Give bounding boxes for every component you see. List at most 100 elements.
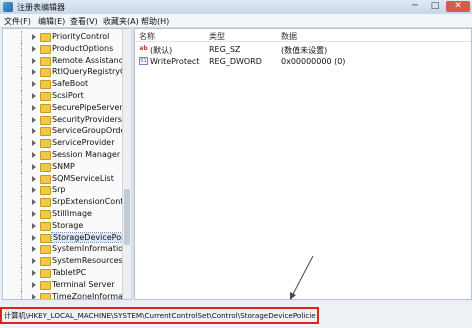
expand-arrow-icon[interactable] xyxy=(32,281,36,288)
header-divider xyxy=(135,41,471,42)
tree-connector-line xyxy=(21,66,22,79)
expand-arrow-icon[interactable] xyxy=(32,258,36,265)
tree-item[interactable]: Terminal Server xyxy=(3,278,121,291)
menu-edit[interactable]: 编辑(E) xyxy=(38,16,65,27)
expand-arrow-icon[interactable] xyxy=(32,175,36,182)
scrollbar-thumb[interactable] xyxy=(124,189,130,245)
folder-icon xyxy=(40,80,51,90)
expand-arrow-icon[interactable] xyxy=(32,45,36,52)
tree-connector-line xyxy=(21,255,22,268)
tree-connector-line xyxy=(21,290,22,299)
values-list[interactable]: 名称 类型 数据 ab (默认) REG_SZ (数值未设置) 01 WriteProte… xyxy=(134,28,472,300)
expand-arrow-icon[interactable] xyxy=(32,93,36,99)
tree-connector-line xyxy=(21,90,22,102)
tree-item[interactable]: TimeZoneInformation xyxy=(3,290,131,299)
tree-item[interactable]: SystemResources xyxy=(3,255,123,268)
expand-arrow-icon[interactable] xyxy=(32,234,36,241)
value-name: WriteProtect xyxy=(150,57,200,66)
tree-item[interactable]: Remote Assistance xyxy=(3,54,128,67)
expand-arrow-icon[interactable] xyxy=(32,57,36,64)
expand-arrow-icon[interactable] xyxy=(32,152,36,158)
expand-arrow-icon[interactable] xyxy=(32,81,36,88)
expand-arrow-icon[interactable] xyxy=(32,246,36,253)
string-value-icon: ab xyxy=(139,45,148,52)
expand-arrow-icon[interactable] xyxy=(32,34,36,40)
expand-arrow-icon[interactable] xyxy=(32,140,36,147)
expand-arrow-icon[interactable] xyxy=(32,293,36,299)
tree-item[interactable]: ScsiPort xyxy=(3,90,121,102)
menu-view[interactable]: 查看(V) xyxy=(70,16,98,27)
tree-connector-line xyxy=(21,184,22,197)
value-data: 0x00000000 (0) xyxy=(281,57,346,66)
tree-item[interactable]: ServiceGroupOrder xyxy=(3,125,129,138)
folder-icon xyxy=(40,103,51,113)
tree-item[interactable]: Storage xyxy=(3,219,121,232)
folder-icon xyxy=(40,292,51,299)
tree-connector-line xyxy=(21,31,22,43)
tree-item[interactable]: SNMP xyxy=(3,160,121,173)
tree-item[interactable]: RtlQueryRegistryConf xyxy=(3,66,131,79)
menu-bar: 文件(F) 编辑(E) 查看(V) 收藏夹(A) 帮助(H) xyxy=(0,14,472,28)
expand-arrow-icon[interactable] xyxy=(32,104,36,111)
expand-arrow-icon[interactable] xyxy=(32,69,36,76)
expand-arrow-icon[interactable] xyxy=(32,128,36,135)
registry-tree[interactable]: PriorityControl ProductOptions Remote Assi… xyxy=(2,28,132,300)
maximize-button[interactable]: □ xyxy=(426,1,444,12)
tree-item[interactable]: SQMServiceList xyxy=(3,172,121,185)
tree-item[interactable]: ProductOptions xyxy=(3,42,121,55)
tree-item[interactable]: Session Manager xyxy=(3,149,121,161)
folder-icon xyxy=(40,115,51,125)
expand-arrow-icon[interactable] xyxy=(32,116,36,123)
tree-item[interactable]: SecurePipeServers xyxy=(3,101,127,114)
folder-icon xyxy=(40,44,51,54)
folder-icon xyxy=(40,186,51,196)
tree-item-label: Terminal Server xyxy=(52,279,115,289)
expand-arrow-icon[interactable] xyxy=(32,187,36,194)
expand-arrow-icon[interactable] xyxy=(32,222,36,229)
tree-connector-line xyxy=(21,113,22,126)
value-type: REG_SZ xyxy=(209,45,241,54)
tree-connector-line xyxy=(21,78,22,91)
expand-arrow-icon[interactable] xyxy=(32,199,36,206)
tree-item[interactable]: SecurityProviders xyxy=(3,113,122,126)
tree-connector-line xyxy=(21,101,22,114)
tree-item[interactable]: TabletPC xyxy=(3,267,121,279)
close-button[interactable]: ✕ xyxy=(446,1,470,12)
tree-item[interactable]: StillImage xyxy=(3,208,121,220)
tree-connector-line xyxy=(21,125,22,138)
window-title: 注册表编辑器 xyxy=(17,3,65,12)
tree-item[interactable]: SrpExtensionConfig xyxy=(3,196,130,209)
expand-arrow-icon[interactable] xyxy=(32,270,36,276)
menu-file[interactable]: 文件(F) xyxy=(4,16,31,27)
tree-connector-line xyxy=(21,231,22,244)
tree-connector-line xyxy=(21,278,22,291)
tree-item[interactable]: StorageDevicePolicies xyxy=(3,231,131,244)
folder-icon xyxy=(40,92,51,101)
tree-item[interactable]: Srp xyxy=(3,184,121,197)
tree-item[interactable]: SystemInformation xyxy=(3,243,128,256)
tree-item-label: SQMServiceList xyxy=(52,173,114,183)
tree-item-label: SecurityProviders xyxy=(52,114,122,124)
value-row[interactable]: ab (默认) REG_SZ (数值未设置) xyxy=(135,43,471,55)
tree-item-label: TimeZoneInformation xyxy=(52,291,132,300)
tree-item[interactable]: ServiceProvider xyxy=(3,137,121,150)
folder-icon xyxy=(40,174,51,184)
tree-connector-line xyxy=(21,267,22,279)
folder-icon xyxy=(40,269,51,278)
folder-icon xyxy=(40,257,51,267)
tree-scrollbar[interactable] xyxy=(122,29,131,299)
folder-icon xyxy=(40,198,51,208)
tree-connector-line xyxy=(21,137,22,150)
folder-icon xyxy=(40,280,51,290)
minimize-button[interactable]: ─ xyxy=(406,1,424,12)
expand-arrow-icon[interactable] xyxy=(32,211,36,217)
tree-item-label: StorageDevicePolicies xyxy=(50,231,131,243)
tree-item[interactable]: SafeBoot xyxy=(3,78,121,91)
menu-help[interactable]: 帮助(H) xyxy=(141,16,169,27)
folder-icon xyxy=(40,162,51,172)
menu-favorites[interactable]: 收藏夹(A) xyxy=(103,16,139,27)
folder-icon xyxy=(40,233,51,243)
tree-item[interactable]: PriorityControl xyxy=(3,31,121,43)
value-row[interactable]: 01 WriteProtect REG_DWORD 0x00000000 (0) xyxy=(135,55,471,67)
expand-arrow-icon[interactable] xyxy=(32,163,36,170)
